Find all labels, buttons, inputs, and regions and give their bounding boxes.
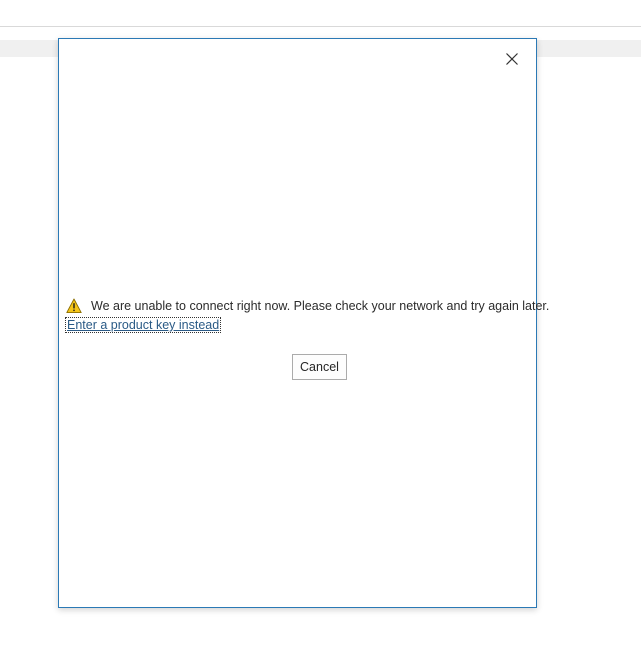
background-divider (0, 26, 641, 27)
close-button[interactable] (498, 45, 526, 73)
error-message: We are unable to connect right now. Plea… (91, 299, 550, 313)
warning-icon (66, 298, 82, 314)
error-message-row: We are unable to connect right now. Plea… (66, 297, 549, 315)
connection-error-dialog: We are unable to connect right now. Plea… (58, 38, 549, 608)
close-icon (506, 53, 518, 65)
cancel-button[interactable]: Cancel (292, 354, 347, 380)
enter-product-key-link[interactable]: Enter a product key instead (64, 317, 222, 333)
